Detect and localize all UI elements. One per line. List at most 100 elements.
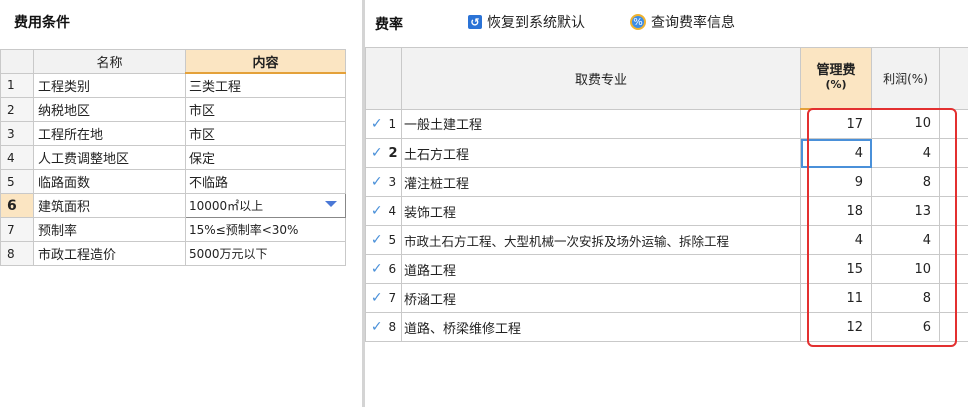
- table-row[interactable]: ✓ 7 桥涵工程 11 8: [365, 283, 968, 313]
- spec-header: 取费专业: [401, 47, 801, 110]
- profit-cell[interactable]: 13: [871, 196, 940, 226]
- table-row[interactable]: 5 临路面数 不临路: [0, 169, 346, 194]
- condition-value[interactable]: 5000万元以下: [185, 241, 346, 266]
- mgmt-fee-cell[interactable]: 12: [800, 312, 872, 342]
- extra-cell: [939, 283, 968, 313]
- check-icon[interactable]: ✓: [365, 196, 388, 226]
- profit-header: 利润(%): [871, 47, 940, 110]
- extra-cell: [939, 312, 968, 342]
- mgmt-fee-cell[interactable]: 9: [800, 167, 872, 197]
- dropdown-arrow-icon[interactable]: [325, 201, 337, 207]
- fee-specialty: 道路、桥梁维修工程: [401, 312, 801, 342]
- table-row[interactable]: 7 预制率 15%≤预制率<30%: [0, 217, 346, 242]
- table-row[interactable]: ✓ 8 道路、桥梁维修工程 12 6: [365, 312, 968, 342]
- table-row[interactable]: ✓ 6 道路工程 15 10: [365, 254, 968, 284]
- table-row[interactable]: ✓ 4 装饰工程 18 13: [365, 196, 968, 226]
- table-row-selected[interactable]: ✓ 2 土石方工程 4 4: [365, 138, 968, 168]
- query-rate-button[interactable]: % 查询费率信息: [630, 11, 735, 33]
- fee-conditions-panel: 费用条件 名称 内容 1 工程类别 三类工程 2 纳税地区 市区 3 工程所在地…: [0, 0, 362, 407]
- table-row-selected[interactable]: 6 建筑面积 10000㎡以上: [0, 193, 346, 218]
- index-header: [365, 47, 402, 110]
- condition-value[interactable]: 市区: [185, 121, 346, 146]
- profit-cell[interactable]: 8: [871, 283, 940, 313]
- row-number: 1: [387, 108, 402, 139]
- index-header: [0, 49, 34, 74]
- condition-name: 预制率: [33, 217, 186, 242]
- table-row[interactable]: 1 工程类别 三类工程: [0, 72, 346, 98]
- building-area-select[interactable]: 10000㎡以上: [185, 193, 346, 218]
- profit-cell[interactable]: 6: [871, 312, 940, 342]
- table-row[interactable]: ✓ 5 市政土石方工程、大型机械一次安拆及场外运输、拆除工程 4 4: [365, 225, 968, 255]
- check-icon[interactable]: ✓: [365, 108, 388, 139]
- table-row[interactable]: ✓ 3 灌注桩工程 9 8: [365, 167, 968, 197]
- mgmt-fee-cell[interactable]: 4: [800, 225, 872, 255]
- fee-conditions-title: 费用条件: [14, 15, 70, 31]
- extra-cell: [939, 254, 968, 284]
- query-icon: %: [630, 14, 646, 30]
- check-icon[interactable]: ✓: [365, 138, 388, 168]
- condition-name: 工程类别: [33, 72, 186, 98]
- table-row[interactable]: ✓ 1 一般土建工程 17 10: [365, 108, 968, 139]
- extra-cell: [939, 167, 968, 197]
- restore-default-button[interactable]: ↺ 恢复到系统默认: [468, 11, 585, 33]
- table-row[interactable]: 3 工程所在地 市区: [0, 121, 346, 146]
- condition-name: 临路面数: [33, 169, 186, 194]
- row-number: 5: [387, 225, 402, 255]
- fee-specialty: 装饰工程: [401, 196, 801, 226]
- row-index: 6: [0, 193, 34, 218]
- check-icon[interactable]: ✓: [365, 167, 388, 197]
- condition-value[interactable]: 市区: [185, 97, 346, 122]
- fee-specialty: 道路工程: [401, 254, 801, 284]
- mgmt-fee-header: 管理费 (%): [800, 47, 872, 110]
- fee-specialty: 市政土石方工程、大型机械一次安拆及场外运输、拆除工程: [401, 225, 801, 255]
- condition-name: 工程所在地: [33, 121, 186, 146]
- fee-rate-table: 取费专业 管理费 (%) 利润(%) ✓ 1 一般土建工程 17 10 ✓ 2: [365, 47, 968, 342]
- fee-specialty: 一般土建工程: [401, 108, 801, 139]
- profit-cell[interactable]: 4: [871, 138, 940, 168]
- row-index: 8: [0, 241, 34, 266]
- profit-cell[interactable]: 4: [871, 225, 940, 255]
- mgmt-fee-header-line2: (%): [825, 78, 847, 91]
- condition-name: 人工费调整地区: [33, 145, 186, 170]
- profit-cell[interactable]: 8: [871, 167, 940, 197]
- fee-conditions-table: 名称 内容 1 工程类别 三类工程 2 纳税地区 市区 3 工程所在地 市区 4: [0, 49, 346, 266]
- extra-cell: [939, 108, 968, 139]
- fee-specialty: 土石方工程: [401, 138, 801, 168]
- mgmt-fee-header-line1: 管理费: [816, 63, 856, 78]
- row-index: 4: [0, 145, 34, 170]
- condition-value[interactable]: 三类工程: [185, 72, 346, 98]
- mgmt-fee-cell[interactable]: 18: [800, 196, 872, 226]
- check-icon[interactable]: ✓: [365, 225, 388, 255]
- query-label: 查询费率信息: [651, 15, 735, 31]
- mgmt-fee-cell[interactable]: 15: [800, 254, 872, 284]
- fee-rate-title: 费率: [375, 17, 403, 33]
- condition-value[interactable]: 15%≤预制率<30%: [185, 217, 346, 242]
- check-icon[interactable]: ✓: [365, 283, 388, 313]
- check-icon[interactable]: ✓: [365, 254, 388, 284]
- condition-value[interactable]: 不临路: [185, 169, 346, 194]
- extra-cell: [939, 225, 968, 255]
- condition-name: 纳税地区: [33, 97, 186, 122]
- extra-header: [939, 47, 968, 110]
- table-row[interactable]: 4 人工费调整地区 保定: [0, 145, 346, 170]
- mgmt-fee-cell[interactable]: 4: [800, 138, 872, 168]
- extra-cell: [939, 138, 968, 168]
- row-number: 7: [387, 283, 402, 313]
- row-index: 5: [0, 169, 34, 194]
- row-index: 7: [0, 217, 34, 242]
- check-icon[interactable]: ✓: [365, 312, 388, 342]
- content-header: 内容: [185, 49, 346, 74]
- mgmt-fee-cell[interactable]: 17: [800, 108, 872, 139]
- row-number: 4: [387, 196, 402, 226]
- row-number: 6: [387, 254, 402, 284]
- profit-cell[interactable]: 10: [871, 254, 940, 284]
- row-number: 3: [387, 167, 402, 197]
- condition-value[interactable]: 保定: [185, 145, 346, 170]
- row-index: 1: [0, 72, 34, 98]
- mgmt-fee-cell[interactable]: 11: [800, 283, 872, 313]
- table-row[interactable]: 8 市政工程造价 5000万元以下: [0, 241, 346, 266]
- profit-cell[interactable]: 10: [871, 108, 940, 139]
- selected-value: 10000㎡以上: [189, 199, 264, 213]
- table-row[interactable]: 2 纳税地区 市区: [0, 97, 346, 122]
- name-header: 名称: [33, 49, 186, 74]
